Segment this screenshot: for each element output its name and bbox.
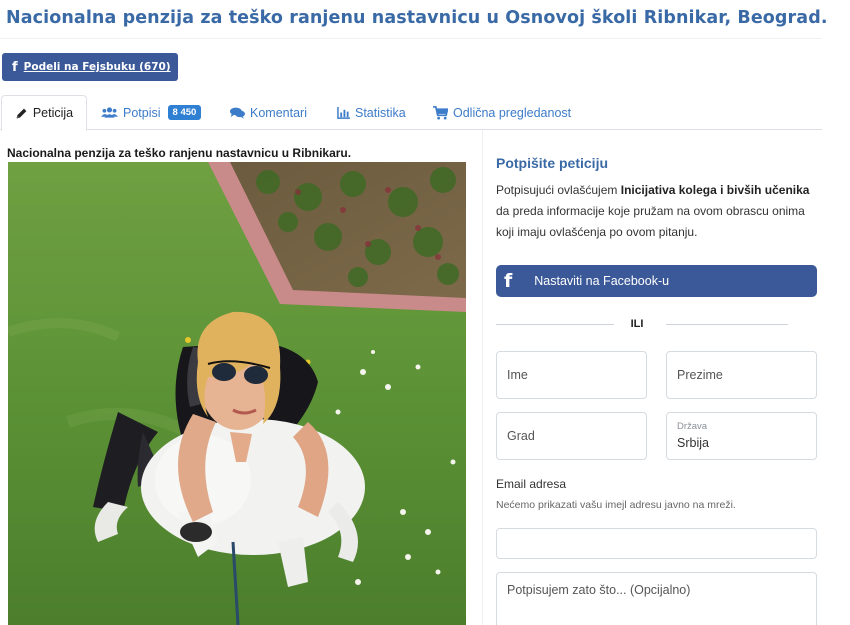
tab-label: Potpisi bbox=[123, 105, 161, 120]
tab-label: Odlična pregledanost bbox=[453, 105, 572, 120]
facebook-share-label: Podeli na Fejsbuku (670) bbox=[23, 61, 171, 73]
last-name-placeholder: Prezime bbox=[677, 368, 723, 382]
reason-placeholder: Potpisujem zato što... (Opcijalno) bbox=[507, 583, 691, 597]
consent-prefix: Potpisujući ovlašćujem bbox=[496, 183, 621, 197]
email-hint: Nećemo prikazati vašu imejl adresu javno… bbox=[496, 499, 736, 511]
facebook-share-button[interactable]: f Podeli na Fejsbuku (670) bbox=[2, 53, 178, 81]
country-value: Srbija bbox=[677, 436, 709, 450]
tab-potpisi[interactable]: Potpisi 8 450 bbox=[101, 95, 202, 130]
comments-icon bbox=[230, 107, 245, 119]
city-field[interactable]: Grad bbox=[496, 412, 647, 460]
or-line-right bbox=[666, 324, 788, 325]
facebook-icon: f bbox=[504, 269, 513, 292]
petition-image-caption: Nacionalna penzija za teško ranjenu nast… bbox=[7, 146, 352, 160]
users-icon bbox=[101, 106, 118, 119]
tab-label: Statistika bbox=[355, 105, 406, 120]
or-line-left bbox=[496, 324, 614, 325]
column-divider bbox=[482, 130, 483, 625]
tab-komentari[interactable]: Komentari bbox=[230, 95, 307, 130]
last-name-field[interactable]: Prezime bbox=[666, 351, 817, 399]
email-label: Email adresa bbox=[496, 477, 567, 491]
tab-peticija[interactable]: Peticija bbox=[1, 95, 87, 131]
first-name-placeholder: Ime bbox=[507, 368, 528, 382]
or-label: ILI bbox=[630, 318, 644, 330]
tab-label: Peticija bbox=[32, 106, 74, 120]
consent-suffix: da preda informacije koje pružam na ovom… bbox=[496, 204, 805, 239]
continue-with-facebook-button[interactable]: f Nastaviti na Facebook-u bbox=[496, 265, 817, 297]
country-label: Država bbox=[677, 421, 708, 432]
page-title: Nacionalna penzija za teško ranjenu nast… bbox=[6, 8, 828, 28]
tab-odlicna-pregledanost[interactable]: Odlična pregledanost bbox=[433, 95, 571, 130]
or-separator: ILI bbox=[496, 318, 792, 338]
cart-icon bbox=[433, 105, 448, 120]
sign-petition-title: Potpišite peticiju bbox=[496, 155, 609, 171]
tab-bar: Peticija Potpisi 8 450 Komentari Statist… bbox=[0, 95, 822, 131]
bar-chart-icon bbox=[337, 106, 350, 119]
reason-textarea[interactable]: Potpisujem zato što... (Opcijalno) bbox=[496, 572, 817, 625]
continue-with-facebook-label: Nastaviti na Facebook-u bbox=[534, 274, 670, 288]
tab-statistika[interactable]: Statistika bbox=[337, 95, 406, 130]
city-placeholder: Grad bbox=[507, 429, 535, 443]
first-name-field[interactable]: Ime bbox=[496, 351, 647, 399]
divider bbox=[0, 38, 822, 39]
consent-organization: Inicijativa kolega i bivših učenika bbox=[620, 183, 810, 197]
pencil-icon bbox=[15, 107, 28, 120]
tab-label: Komentari bbox=[250, 105, 307, 120]
country-select[interactable]: Država Srbija bbox=[666, 412, 817, 460]
email-field[interactable] bbox=[496, 528, 817, 559]
petition-photo bbox=[8, 162, 466, 625]
facebook-icon: f bbox=[12, 59, 18, 75]
consent-text: Potpisujući ovlašćujem Inicijativa koleg… bbox=[496, 180, 821, 243]
signature-count-badge: 8 450 bbox=[167, 105, 202, 120]
